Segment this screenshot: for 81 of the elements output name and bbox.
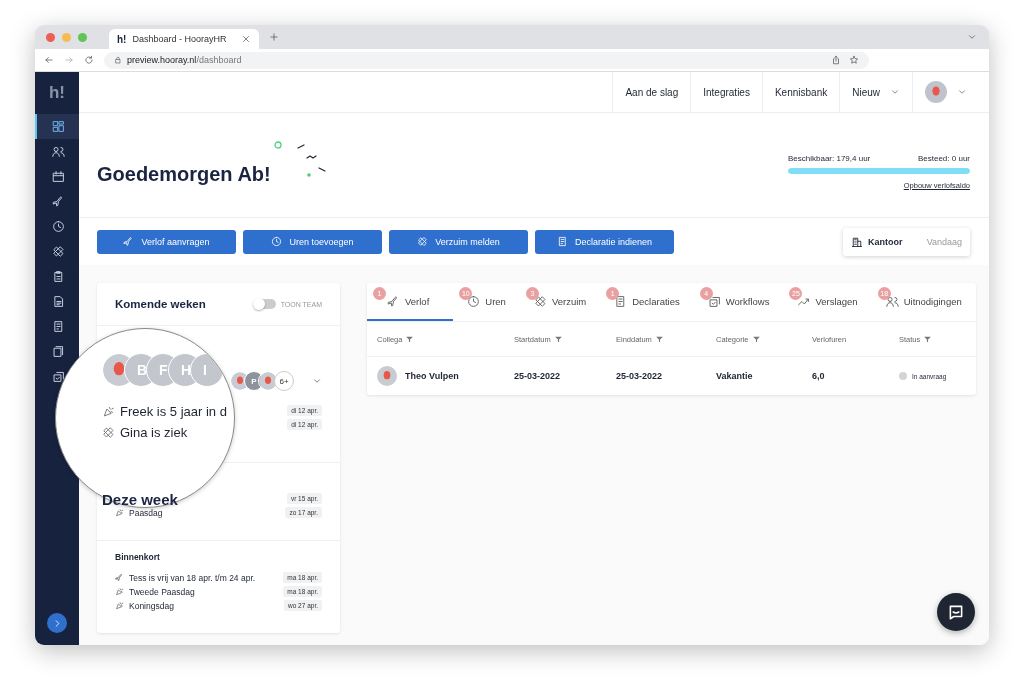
table-cell: Theo Vulpen (405, 371, 459, 381)
checklist-icon (707, 294, 721, 308)
action-button[interactable]: Verzuim melden (389, 229, 528, 254)
lock-icon (114, 56, 122, 64)
plane-icon (51, 195, 65, 208)
table-cell: 6,0 (812, 371, 825, 381)
calendar-icon (51, 170, 65, 183)
reload-icon[interactable] (84, 55, 94, 65)
event-text: Freek is 5 jaar in d (120, 404, 227, 419)
nav-link[interactable]: Kennisbank (761, 72, 840, 112)
files-icon (51, 345, 65, 358)
chevron-down-icon (957, 87, 967, 97)
clock-icon (51, 220, 65, 233)
day-label: Vandaag (926, 236, 962, 247)
party-icon (115, 508, 124, 517)
action-button[interactable]: Declaratie indienen (535, 229, 674, 254)
bookmark-star-icon[interactable] (849, 55, 859, 65)
clock-icon (467, 294, 481, 308)
dashboard-icon (51, 120, 65, 133)
plane-icon (115, 573, 124, 582)
expand-button[interactable] (47, 613, 67, 633)
avatar-icon (377, 366, 397, 386)
filter-icon[interactable] (654, 334, 664, 344)
table-cell: 25-03-2022 (616, 371, 663, 381)
available-hours: Beschikbaar: 179,4 uur (788, 154, 871, 163)
party-icon (102, 405, 115, 418)
tab-title: Dashboard - HoorayHR (132, 34, 228, 44)
back-icon[interactable] (44, 55, 54, 65)
people-icon (51, 145, 65, 158)
nav-link[interactable]: Aan de slag (612, 72, 691, 112)
favicon-logo: h! (117, 33, 127, 45)
bandage-icon (51, 245, 65, 258)
section-title: Deze week (102, 491, 178, 508)
section-title: Binnenkort (115, 552, 161, 562)
spent-hours: Besteed: 0 uur (917, 154, 970, 163)
team-toggle[interactable] (253, 299, 276, 309)
party-icon (115, 601, 124, 610)
new-tab-icon[interactable] (269, 32, 279, 42)
bandage-icon (533, 294, 547, 308)
browser-tab[interactable]: h! Dashboard - HoorayHR (109, 29, 259, 49)
card-title: Komende weken (115, 298, 206, 310)
close-icon[interactable] (241, 34, 251, 44)
chevron-down-icon (890, 87, 900, 97)
chevron-down-icon[interactable] (967, 32, 977, 42)
bandage-icon (102, 426, 115, 439)
address-field[interactable]: preview.hooray.nl/dashboard (104, 51, 869, 69)
location-label: Kantoor (868, 236, 903, 247)
greeting-heading: Goedemorgen Ab! (97, 162, 271, 186)
filter-icon[interactable] (923, 334, 933, 344)
receipt-icon (556, 236, 568, 247)
app-logo: h! (47, 82, 66, 104)
checklist-icon (51, 370, 65, 383)
people-icon (885, 294, 899, 308)
chevron-down-icon[interactable] (312, 376, 322, 386)
bandage-icon (417, 236, 429, 247)
avatar-icon (925, 81, 947, 103)
chat-icon (947, 603, 965, 621)
plane-icon (387, 294, 400, 308)
nav-link[interactable]: Integraties (690, 72, 762, 112)
action-button[interactable]: Uren toevoegen (243, 229, 382, 254)
party-icon (115, 587, 124, 596)
building-icon (851, 235, 863, 248)
action-button[interactable]: Verlof aanvragen (97, 229, 236, 254)
filter-icon[interactable] (405, 334, 415, 344)
plane-icon (123, 236, 135, 247)
nav-link[interactable]: Nieuw (839, 72, 912, 112)
event-text: Paasdag (129, 507, 163, 518)
table-cell: Vakantie (716, 371, 753, 381)
more-count: 6+ (274, 371, 294, 391)
clock-icon (271, 236, 283, 247)
event-text: Gina is ziek (120, 425, 188, 440)
event-text: Koningsdag (129, 600, 174, 611)
table-cell: 25-03-2022 (514, 371, 561, 381)
filter-icon[interactable] (751, 334, 761, 344)
dashboard-nav-item[interactable] (35, 114, 79, 139)
location-selector[interactable]: Kantoor Vandaag (843, 227, 970, 256)
share-icon[interactable] (831, 55, 841, 65)
close-light-icon[interactable] (46, 32, 55, 42)
filter-icon[interactable] (553, 334, 563, 344)
event-text: Tess is vrij van 18 apr. t/m 24 apr. (129, 572, 256, 583)
event-text: Tweede Paasdag (129, 586, 195, 597)
